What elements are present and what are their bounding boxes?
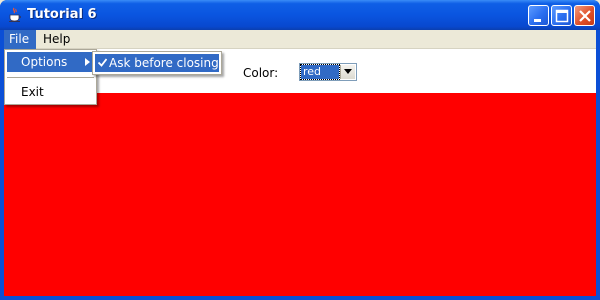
maximize-icon [555,9,569,23]
menu-item-exit-label: Exit [21,85,44,99]
menu-item-ask-before-closing[interactable]: Ask before closing [95,54,219,72]
title-bar[interactable]: Tutorial 6 [0,0,600,30]
menu-item-ask-before-closing-label: Ask before closing [109,56,219,70]
menu-item-options-label: Options [21,55,68,69]
application-window: Tutorial 6 File Help Color: red [0,0,600,300]
checkmark-icon [98,58,107,67]
menu-item-options[interactable]: Options [7,52,94,72]
color-canvas [4,93,596,296]
close-icon [579,10,591,22]
color-dropdown[interactable]: red [299,63,357,81]
submenu-arrow-icon [85,58,90,66]
color-label: Color: [243,66,279,80]
menu-bar: File Help [4,30,596,49]
chevron-down-icon [344,69,352,74]
java-cup-icon[interactable] [7,7,23,23]
menu-item-exit[interactable]: Exit [7,82,94,102]
color-dropdown-value: red [300,64,340,80]
window-title: Tutorial 6 [27,7,97,22]
maximize-button[interactable] [551,5,572,26]
file-menu-popup: Options Exit [4,49,97,105]
options-submenu-popup: Ask before closing [92,51,222,75]
menu-help[interactable]: Help [38,30,74,49]
menu-separator [7,77,94,78]
minimize-button[interactable] [528,5,549,26]
close-button[interactable] [574,5,595,26]
dropdown-arrow-button[interactable] [340,65,355,79]
menu-file[interactable]: File [4,30,36,49]
minimize-icon [534,19,541,22]
